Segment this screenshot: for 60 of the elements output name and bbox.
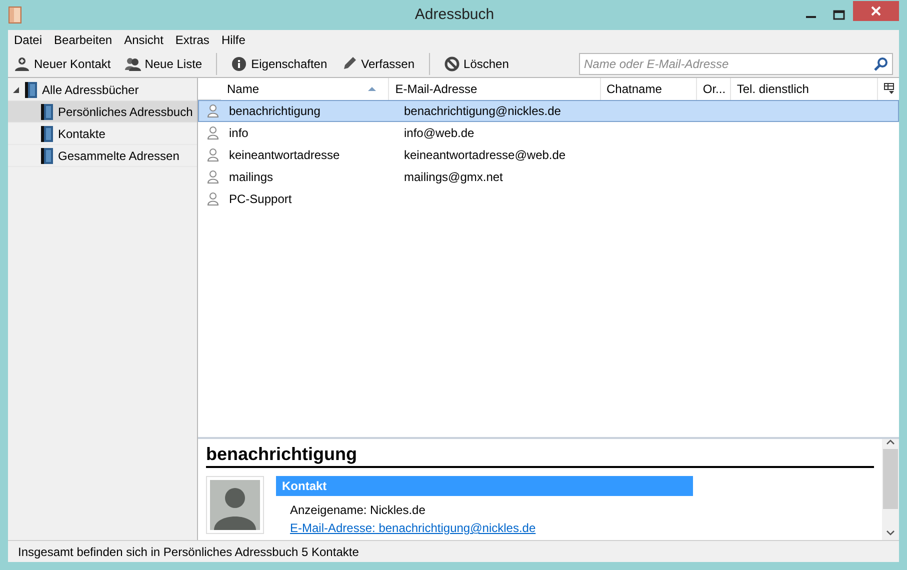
info-icon	[231, 56, 248, 72]
close-button[interactable]	[853, 1, 899, 21]
display-name: Anzeigename: Nickles.de	[289, 502, 426, 519]
scrollbar[interactable]	[882, 439, 899, 540]
column-header[interactable]: Or...	[696, 78, 731, 100]
table-row[interactable]: info info@web.de	[198, 122, 899, 144]
book-icon	[8, 6, 22, 24]
tree-item[interactable]: Persönliches Adressbuch	[8, 101, 197, 123]
table-cell-text: info@web.de	[403, 125, 476, 142]
scroll-up-icon[interactable]	[886, 439, 895, 445]
avatar-silhouette	[206, 476, 264, 537]
table-row[interactable]: keineantwortadresse keineantwortadresse@web.de	[198, 144, 899, 166]
table-cell-text: benachrichtigung	[228, 103, 322, 120]
window-title: Adressbuch	[414, 4, 496, 25]
email-link[interactable]: E-Mail-Adresse: benachrichtigung@nickles.de	[290, 521, 536, 535]
menu-item[interactable]: Extras	[175, 31, 210, 49]
toolbar-button[interactable]: Verfassen	[341, 54, 415, 72]
pencil-icon	[341, 56, 358, 72]
status-text: Insgesamt befinden sich in Persönliches Adressbuch 5 Kontakte	[18, 544, 359, 560]
tree-item[interactable]: Gesammelte Adressen	[8, 145, 197, 167]
column-header[interactable]: Name	[221, 78, 390, 100]
table-cell-text: keineantwortadresse	[228, 147, 341, 164]
toolbar-button[interactable]: Löschen	[444, 54, 509, 72]
column-header[interactable]: E-Mail-Adresse	[389, 78, 601, 100]
menu-item[interactable]: Hilfe	[221, 31, 246, 49]
table-cell-text: mailings@gmx.net	[403, 169, 504, 186]
table-cell-text: benachrichtigung@nickles.de	[403, 103, 562, 120]
toolbar-button[interactable]: Eigenschaften	[231, 54, 328, 72]
address-book-icon	[24, 80, 38, 98]
close-icon	[871, 6, 881, 16]
column-header[interactable]: Chatname	[600, 78, 697, 100]
table-row[interactable]: PC-Support	[198, 188, 899, 210]
column-picker-icon	[884, 83, 895, 94]
address-book-icon	[40, 146, 54, 164]
contact-name-heading: benachrichtigung	[206, 443, 874, 468]
column-header[interactable]: Tel. dienstlich	[730, 78, 878, 100]
address-book-icon	[40, 102, 54, 120]
search-field[interactable]: Name oder E-Mail-Adresse	[579, 52, 893, 74]
table-cell-text: mailings	[228, 169, 274, 186]
expanded-arrow-icon	[12, 86, 20, 94]
prohibited-icon	[444, 56, 460, 72]
menu-item[interactable]: Ansicht	[124, 31, 164, 49]
toolbar-button[interactable]: Neuer Kontakt	[14, 54, 111, 72]
menu-item[interactable]: Datei	[14, 31, 42, 49]
table-cell-text: keineantwortadresse@web.de	[403, 147, 567, 164]
person-add-icon	[14, 56, 30, 72]
menu-item[interactable]: Bearbeiten	[54, 31, 112, 49]
sort-arrow-icon	[368, 86, 376, 91]
table-cell-text: info	[228, 125, 250, 142]
search-icon	[874, 56, 888, 70]
scroll-down-icon[interactable]	[886, 530, 895, 536]
maximize-icon	[833, 10, 845, 20]
section-header: Kontakt	[276, 476, 693, 496]
toolbar-button[interactable]: Neue Liste	[124, 54, 202, 72]
table-cell-text: PC-Support	[228, 191, 293, 208]
address-book-icon	[40, 124, 54, 142]
people-icon	[124, 56, 141, 72]
table-row[interactable]: benachrichtigung benachrichtigung@nickles.de	[198, 100, 899, 122]
table-row[interactable]: mailings mailings@gmx.net	[198, 166, 899, 188]
tree-item[interactable]: Kontakte	[8, 123, 197, 145]
